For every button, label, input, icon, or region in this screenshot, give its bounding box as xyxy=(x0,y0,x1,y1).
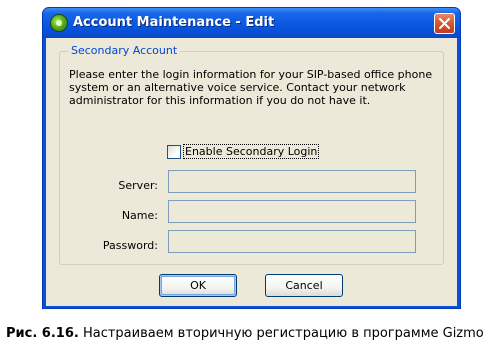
close-button[interactable] xyxy=(434,13,455,34)
cancel-button[interactable]: Cancel xyxy=(265,274,343,297)
window-title: Account Maintenance - Edit xyxy=(73,15,275,30)
close-icon xyxy=(439,18,450,29)
server-label: Server: xyxy=(118,179,158,192)
name-input[interactable] xyxy=(168,200,416,223)
name-label: Name: xyxy=(121,209,158,222)
server-input[interactable] xyxy=(168,170,416,193)
ok-button[interactable]: OK xyxy=(159,274,237,297)
password-label: Password: xyxy=(102,239,158,252)
enable-secondary-login-checkbox[interactable] xyxy=(167,145,181,159)
screenshot-stage: Account Maintenance - Edit Secondary Acc… xyxy=(0,0,504,347)
app-icon xyxy=(51,15,67,31)
title-bar[interactable]: Account Maintenance - Edit xyxy=(43,8,460,38)
figure-number: Рис. 6.16. xyxy=(6,326,79,341)
password-input[interactable] xyxy=(168,230,416,253)
caption-text: Настраиваем вторичную регистрацию в прог… xyxy=(78,326,484,341)
dialog-body: Secondary Account Please enter the login… xyxy=(46,38,457,306)
figure-caption: Рис. 6.16. Настраиваем вторичную регистр… xyxy=(6,326,484,341)
secondary-account-group: Secondary Account Please enter the login… xyxy=(59,44,444,265)
field-labels: Server: Name: Password: xyxy=(60,52,158,264)
dialog-window: Account Maintenance - Edit Secondary Acc… xyxy=(42,7,461,309)
enable-secondary-login-label[interactable]: Enable Secondary Login xyxy=(183,144,320,159)
